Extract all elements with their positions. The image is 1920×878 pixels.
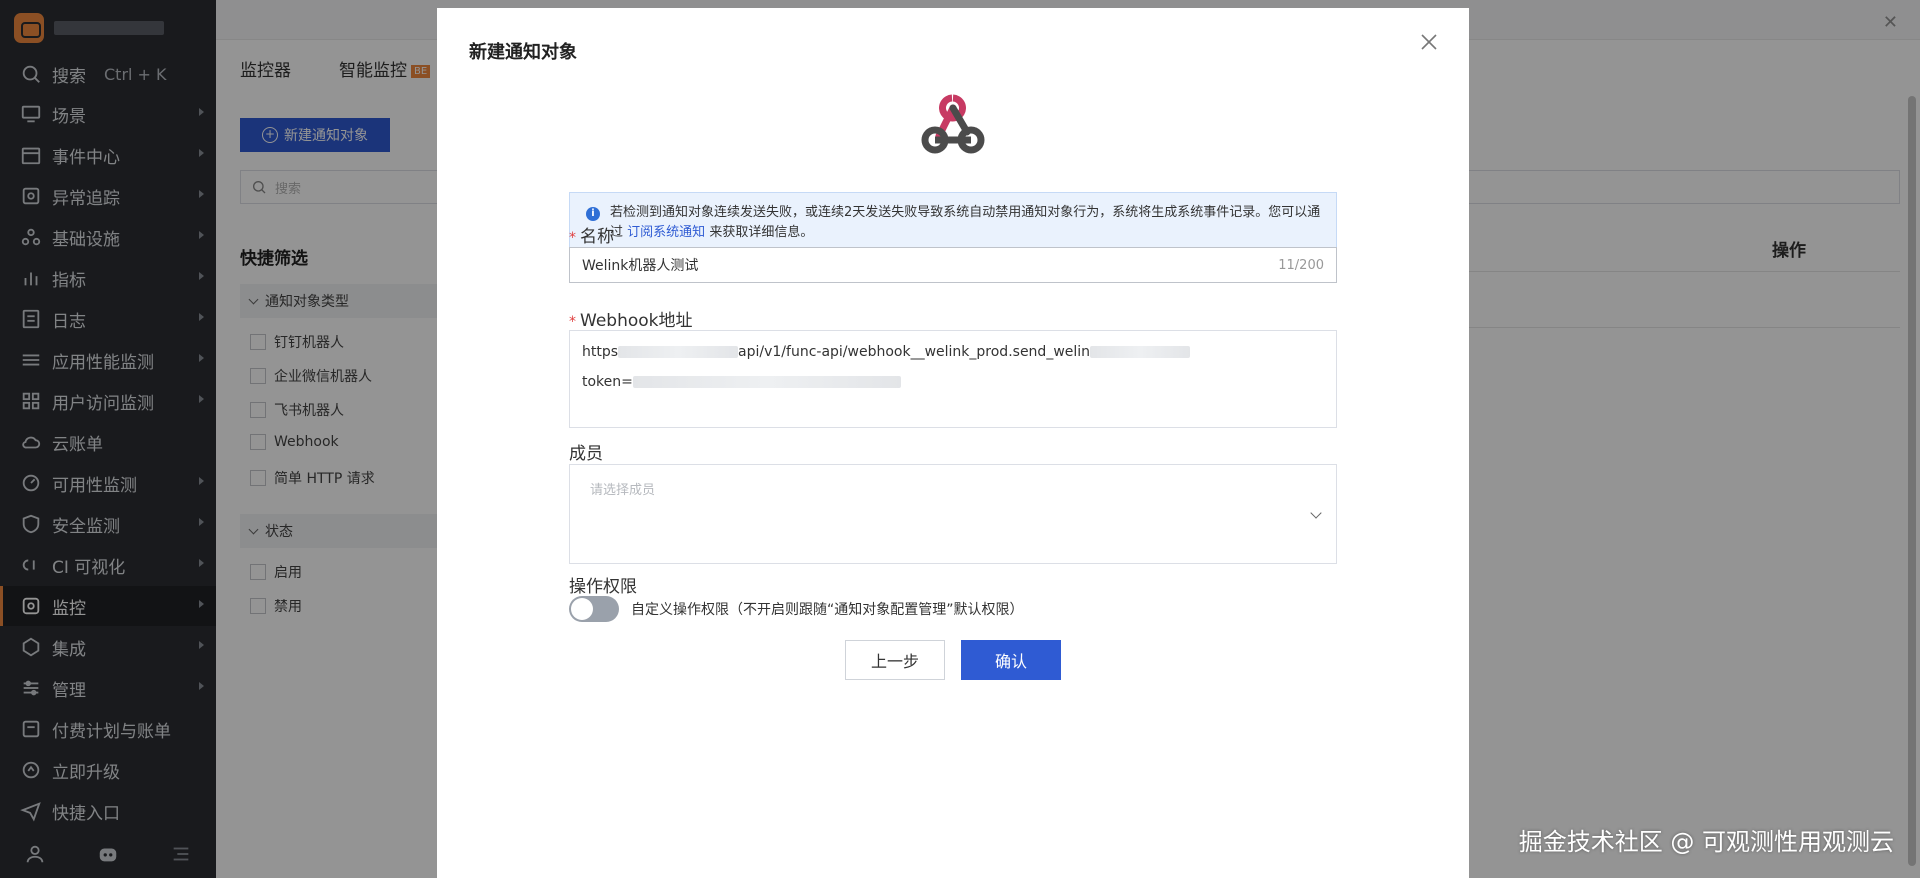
name-value: Welink机器人测试: [582, 258, 699, 274]
chevron-down-icon: [1310, 507, 1322, 519]
permission-label: 操作权限: [569, 577, 637, 597]
close-icon[interactable]: ✕: [1883, 12, 1898, 33]
member-select[interactable]: 请选择成员: [569, 464, 1337, 564]
watermark: 掘金技术社区 @ 可观测性用观测云: [1518, 828, 1894, 856]
webhook-label-text: Webhook地址: [580, 311, 693, 331]
dialog-title: 新建通知对象: [469, 42, 577, 63]
subscribe-system-notification-link[interactable]: 订阅系统通知: [627, 225, 705, 240]
name-label-text: 名称: [580, 227, 614, 247]
redacted-text: [618, 346, 739, 358]
permission-toggle-row: 自定义操作权限（不开启则跟随“通知对象配置管理”默认权限）: [569, 596, 1024, 622]
custom-permission-toggle[interactable]: [569, 596, 619, 622]
char-counter: 11/200: [1278, 257, 1324, 273]
name-label: * 名称: [569, 222, 614, 247]
webhook-token-prefix: token=: [582, 374, 633, 390]
required-mark: *: [569, 314, 576, 330]
webhook-line-2: token=: [582, 367, 1324, 397]
member-label: 成员: [569, 444, 603, 464]
new-notification-target-dialog: 新建通知对象 i 若检测到通知对象连续发送失败，或连续2天发送失败导致系统自动禁…: [437, 8, 1469, 878]
webhook-path: api/v1/func-api/webhook__welink_prod.sen…: [738, 344, 1091, 360]
info-suffix: 来获取详细信息。: [709, 225, 814, 240]
webhook-line-1: https api/v1/func-api/webhook__welink_pro…: [582, 337, 1324, 367]
info-alert: i 若检测到通知对象连续发送失败，或连续2天发送失败导致系统自动禁用通知对象行为…: [569, 192, 1337, 252]
permission-toggle-text: 自定义操作权限（不开启则跟随“通知对象配置管理”默认权限）: [631, 602, 1024, 618]
close-icon[interactable]: [1419, 32, 1439, 52]
required-mark: *: [569, 230, 576, 246]
info-icon: i: [586, 207, 600, 221]
member-placeholder: 请选择成员: [590, 483, 656, 498]
webhook-label: * Webhook地址: [569, 306, 692, 331]
redacted-text: [632, 376, 901, 388]
webhook-prefix: https: [582, 344, 619, 360]
webhook-icon: [921, 94, 985, 154]
confirm-button[interactable]: 确认: [961, 640, 1061, 680]
webhook-url-field[interactable]: https api/v1/func-api/webhook__welink_pro…: [569, 330, 1337, 428]
redacted-text: [1090, 346, 1191, 358]
name-field[interactable]: Welink机器人测试 11/200: [569, 247, 1337, 283]
previous-step-button[interactable]: 上一步: [845, 640, 945, 680]
